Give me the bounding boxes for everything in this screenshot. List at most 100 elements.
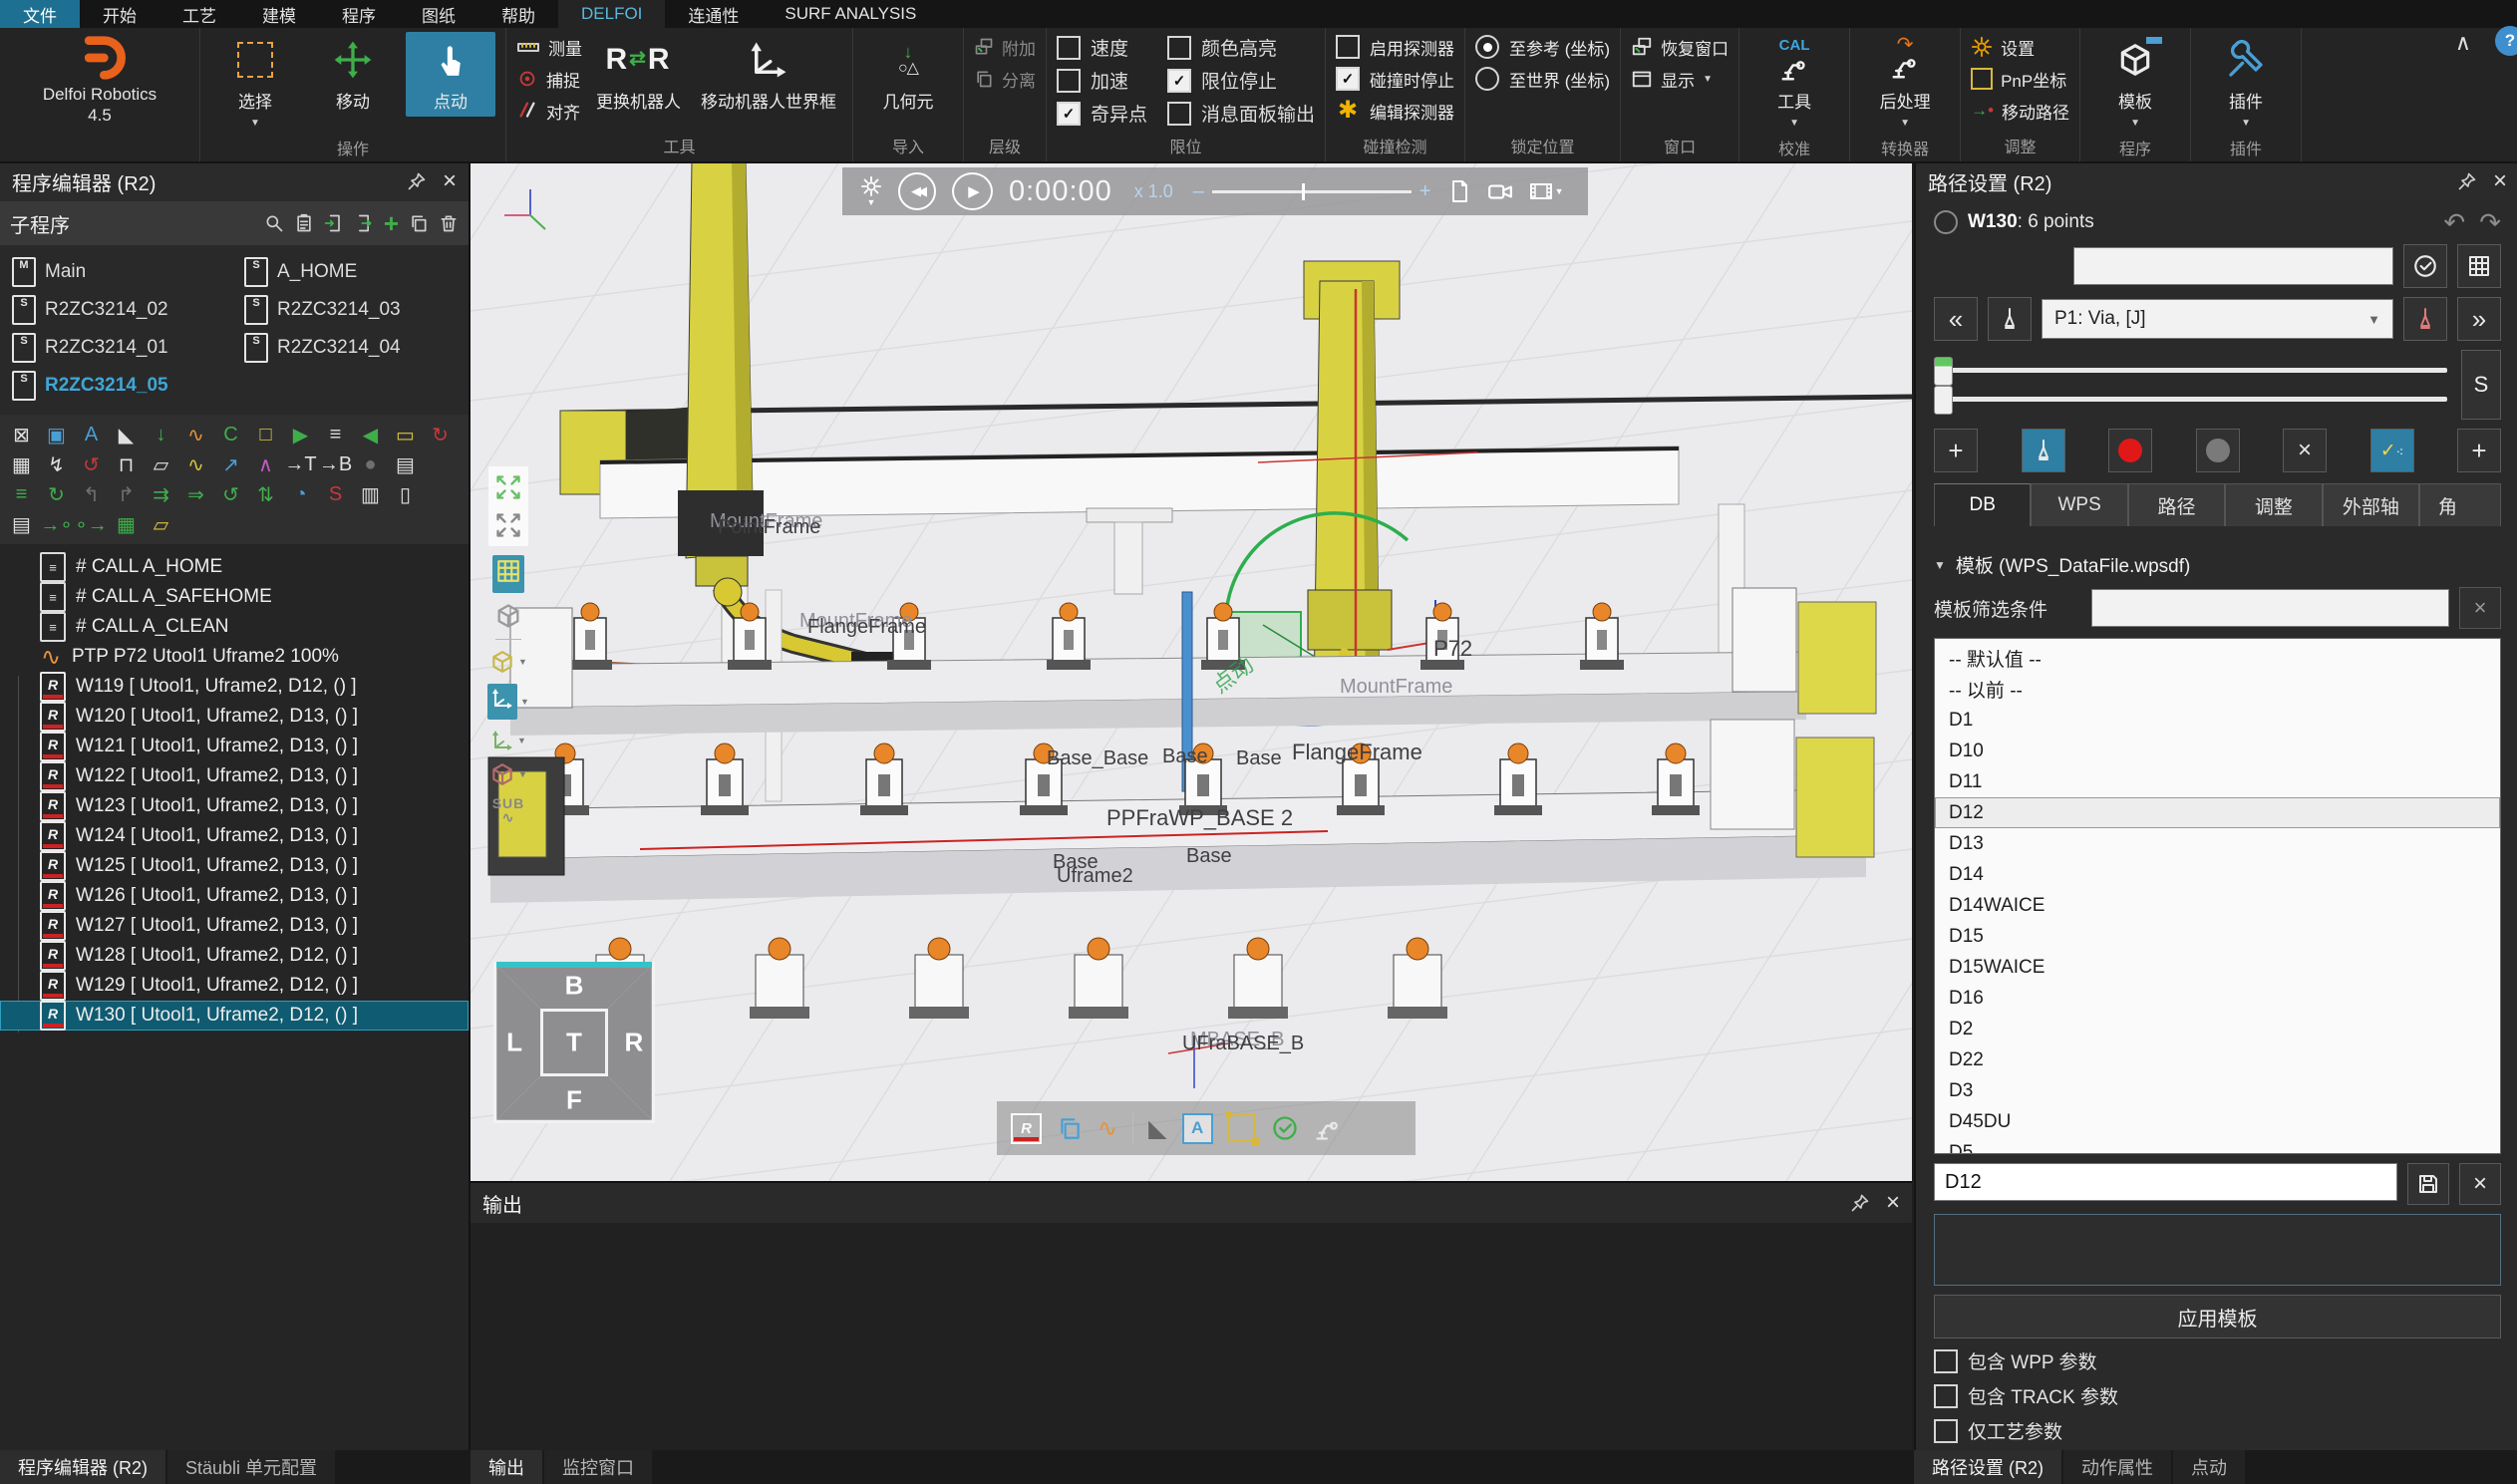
statement-row[interactable]: W121 [ Utool1, Uframe2, D13, () ] [0, 732, 469, 761]
toolbar-icon[interactable]: ▯ [390, 480, 421, 508]
toolbar-icon[interactable]: →B [320, 450, 351, 478]
statement-row[interactable]: W130 [ Utool1, Uframe2, D12, () ] [0, 1001, 469, 1031]
point-table-button[interactable] [2457, 244, 2501, 288]
toolbar-icon[interactable]: ↗ [215, 450, 246, 478]
toolbar-icon[interactable]: ↯ [41, 450, 72, 478]
statement-row[interactable]: W128 [ Utool1, Uframe2, D12, () ] [0, 941, 469, 971]
add-point-before-button[interactable]: + [1934, 429, 1978, 472]
toolbar-icon[interactable]: ◔ [285, 480, 316, 508]
subprogram-item[interactable]: M Main [2, 255, 234, 289]
move-robot-world-frame-button[interactable]: 移动机器人世界框 [695, 32, 842, 117]
speed-minus-button[interactable]: – [1193, 180, 1204, 203]
swap-robot-button[interactable]: R⇄R 更换机器人 [590, 32, 687, 117]
toolbar-icon[interactable]: ≡ [6, 480, 37, 508]
graph-tool-icon[interactable]: ◣ [1148, 1114, 1166, 1143]
subprogram-item[interactable]: S R2ZC3214_04 [234, 331, 467, 365]
template-item[interactable]: D14WAICE [1935, 890, 2500, 921]
limit-checkbox[interactable]: 颜色高亮 [1167, 32, 1315, 63]
template-item[interactable]: D12 [1935, 797, 2500, 828]
menu-item[interactable]: 文件 [0, 0, 80, 28]
statement-row[interactable]: W126 [ Utool1, Uframe2, D13, () ] [0, 881, 469, 911]
speed-plus-button[interactable]: + [1419, 180, 1431, 203]
statement-row[interactable]: W123 [ Utool1, Uframe2, D13, () ] [0, 791, 469, 821]
bottom-tab[interactable]: Stäubli 单元配置 [167, 1450, 335, 1484]
help-button[interactable]: ? [2495, 26, 2517, 56]
export-program-icon[interactable] [354, 213, 374, 233]
jump-tool-start-button[interactable] [1988, 297, 2032, 341]
s-button[interactable]: S [2461, 350, 2501, 420]
lock-position-radio[interactable]: 至世界 (坐标) [1475, 64, 1610, 94]
bottom-tab[interactable]: 监控窗口 [544, 1450, 652, 1484]
pin-icon[interactable] [1850, 1193, 1870, 1213]
restore-window-button[interactable]: 恢复窗口 [1631, 32, 1729, 62]
record-disabled-button[interactable] [2196, 429, 2240, 472]
clipboard-icon[interactable] [294, 213, 314, 233]
redo-icon[interactable]: ↷ [2479, 209, 2501, 235]
detach-button[interactable]: 分离 [974, 64, 1036, 94]
close-icon[interactable]: × [2493, 169, 2507, 193]
zoom-fit-icon[interactable] [494, 473, 522, 501]
frame-select-tool-icon[interactable] [1228, 1114, 1256, 1142]
close-icon[interactable]: × [443, 169, 457, 193]
toolbar-icon[interactable]: ▣ [41, 421, 72, 448]
template-item[interactable]: D45DU [1935, 1106, 2500, 1137]
toolbar-icon[interactable]: ∘→ [76, 510, 107, 538]
toolbar-icon[interactable]: ● [355, 450, 386, 478]
import-program-icon[interactable] [324, 213, 344, 233]
toolbar-icon[interactable]: □ [250, 421, 281, 448]
toolbar-icon[interactable]: →T [285, 450, 316, 478]
menu-item[interactable]: 建模 [239, 0, 319, 28]
limit-checkbox[interactable]: 速度 [1057, 32, 1147, 63]
solid-cube-icon[interactable] [489, 649, 515, 675]
settings-tab[interactable]: 角 [2419, 483, 2501, 526]
settings-tab[interactable]: WPS [2031, 483, 2127, 526]
trash-icon[interactable] [439, 213, 459, 233]
grid-view-icon[interactable] [495, 558, 521, 584]
validate-tool-icon[interactable] [1271, 1114, 1299, 1142]
toolbar-icon[interactable]: ▦ [111, 510, 142, 538]
template-item[interactable]: D15WAICE [1935, 952, 2500, 983]
point-name-input[interactable] [2073, 247, 2393, 285]
annotation-tool-icon[interactable]: A [1182, 1113, 1213, 1144]
template-item[interactable]: D5 [1935, 1137, 2500, 1154]
limit-checkbox[interactable]: 消息面板输出 [1167, 98, 1315, 129]
template-item[interactable]: D13 [1935, 828, 2500, 859]
statement-row[interactable]: PTP P72 Utool1 Uframe2 100% [0, 642, 469, 672]
plugin-button[interactable]: 插件▼ [2201, 32, 2291, 133]
record-button[interactable] [2108, 429, 2152, 472]
toolbar-icon[interactable]: ↺ [76, 450, 107, 478]
toolbar-icon[interactable]: ▱ [146, 450, 176, 478]
lock-position-radio[interactable]: 至参考 (坐标) [1475, 32, 1610, 62]
menu-item[interactable]: 程序 [319, 0, 399, 28]
point-dropdown[interactable]: P1: Via, [J]▼ [2042, 299, 2393, 339]
menu-item[interactable]: 帮助 [478, 0, 558, 28]
jog-button[interactable]: 点动 [406, 32, 495, 117]
toolbar-icon[interactable]: ▤ [6, 510, 37, 538]
statement-row[interactable]: W124 [ Utool1, Uframe2, D13, () ] [0, 821, 469, 851]
speed-slider[interactable] [1212, 190, 1412, 193]
path-points-tool-icon[interactable]: ∿ [1098, 1114, 1117, 1143]
toolbar-icon[interactable]: C [215, 421, 246, 448]
settings-tab[interactable]: 外部轴 [2323, 483, 2419, 526]
snap-button[interactable]: 捕捉 [516, 64, 582, 94]
bottom-tab[interactable]: 输出 [471, 1450, 542, 1484]
template-item[interactable]: D22 [1935, 1044, 2500, 1075]
template-item[interactable]: D11 [1935, 766, 2500, 797]
menu-item[interactable]: 开始 [80, 0, 159, 28]
template-item[interactable]: -- 以前 -- [1935, 674, 2500, 705]
teach-point-button[interactable] [2022, 429, 2065, 472]
subprogram-item[interactable]: S R2ZC3214_01 [2, 331, 234, 365]
pages-tool-icon[interactable] [1057, 1115, 1083, 1141]
record-video-icon[interactable] [1487, 178, 1513, 204]
bottom-tab[interactable]: 动作属性 [2063, 1450, 2171, 1484]
statement-row[interactable]: # CALL A_HOME [0, 552, 469, 582]
calibration-tool-button[interactable]: CAL 工具▼ [1749, 32, 1839, 133]
toolbar-icon[interactable]: ⊓ [111, 450, 142, 478]
statement-row[interactable]: W122 [ Utool1, Uframe2, D13, () ] [0, 761, 469, 791]
path-position-slider[interactable] [1934, 368, 2447, 373]
settings-tab[interactable]: 调整 [2225, 483, 2322, 526]
pin-icon[interactable] [407, 171, 427, 191]
speed-override-slider[interactable] [1934, 397, 2447, 402]
toolbar-icon[interactable]: ↻ [41, 480, 72, 508]
collision-option[interactable]: 碰撞时停止 [1336, 64, 1454, 94]
